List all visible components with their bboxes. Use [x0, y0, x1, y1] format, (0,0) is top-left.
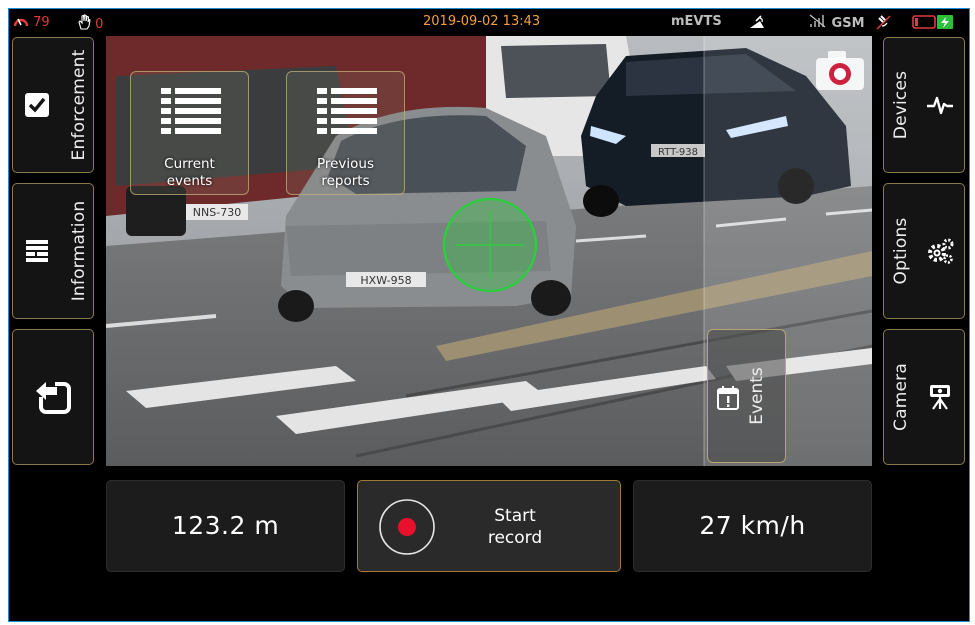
options-button[interactable]: Options [883, 183, 965, 319]
back-arrow-icon [35, 379, 71, 414]
previous-reports-label: Previous reports [287, 156, 404, 190]
events-label: Events [747, 367, 768, 425]
hand-indicator: 0 [77, 14, 103, 33]
enforcement-button[interactable]: Enforcement [12, 37, 94, 173]
network-indicator: GSM [809, 14, 865, 32]
list-icon [161, 88, 221, 134]
devices-label: Devices [891, 70, 911, 140]
start-record-button[interactable]: Start record [357, 480, 621, 572]
info-list-icon [26, 240, 48, 262]
mode-label: mEVTS [671, 14, 722, 29]
camera-view[interactable]: NNS-730 RTT-938 HXW-958 Current events P… [106, 36, 872, 466]
hand-icon [78, 14, 91, 30]
information-label: Information [69, 200, 89, 302]
record-line2: record [487, 528, 543, 548]
speed-display: 27 km/h [633, 480, 872, 572]
device-screen: 79 0 2019-09-02 13:43 mEVTS GSM Enforcem… [8, 8, 970, 622]
plate-bmw: RTT-938 [658, 147, 698, 158]
camera-tripod-icon [930, 385, 950, 410]
target-reticle-icon [442, 197, 538, 293]
signal-value: 79 [33, 15, 50, 30]
pulse-icon [927, 96, 953, 115]
distance-value: 123.2 m [171, 511, 280, 540]
gps-off-icon [875, 14, 891, 35]
status-bar: 79 0 2019-09-02 13:43 mEVTS GSM [9, 9, 969, 35]
battery-icon [912, 14, 956, 35]
current-events-line1: Current [164, 156, 215, 172]
plate-car: HXW-958 [360, 274, 411, 287]
devices-button[interactable]: Devices [883, 37, 965, 173]
no-signal-icon [809, 14, 826, 28]
calendar-alert-icon [717, 386, 739, 410]
speedometer-icon [13, 18, 29, 27]
satellite-dish-icon [747, 14, 767, 35]
list-icon [317, 88, 377, 134]
signal-indicator: 79 [13, 14, 50, 31]
previous-reports-tile[interactable]: Previous reports [286, 71, 405, 195]
enforcement-label: Enforcement [69, 49, 89, 161]
gears-icon [928, 238, 954, 264]
datetime: 2019-09-02 13:43 [423, 14, 541, 29]
current-events-label: Current events [131, 156, 248, 190]
camera-button[interactable]: Camera [883, 329, 965, 465]
record-label: Start record [460, 505, 570, 549]
information-button[interactable]: Information [12, 183, 94, 319]
camera-label: Camera [891, 363, 911, 431]
previous-reports-line2: reports [321, 173, 370, 189]
back-button[interactable] [12, 329, 94, 465]
current-events-line2: events [166, 173, 213, 189]
record-icon [379, 499, 435, 555]
network-label: GSM [831, 16, 865, 31]
events-button[interactable]: Events [707, 329, 786, 463]
checkbox-icon [25, 93, 49, 117]
hand-count: 0 [95, 17, 104, 32]
previous-reports-line1: Previous [316, 156, 375, 172]
current-events-tile[interactable]: Current events [130, 71, 249, 195]
plate-van: NNS-730 [193, 206, 241, 219]
record-line1: Start [494, 506, 536, 526]
speed-value: 27 km/h [699, 511, 806, 540]
options-label: Options [891, 217, 911, 285]
distance-display: 123.2 m [106, 480, 345, 572]
